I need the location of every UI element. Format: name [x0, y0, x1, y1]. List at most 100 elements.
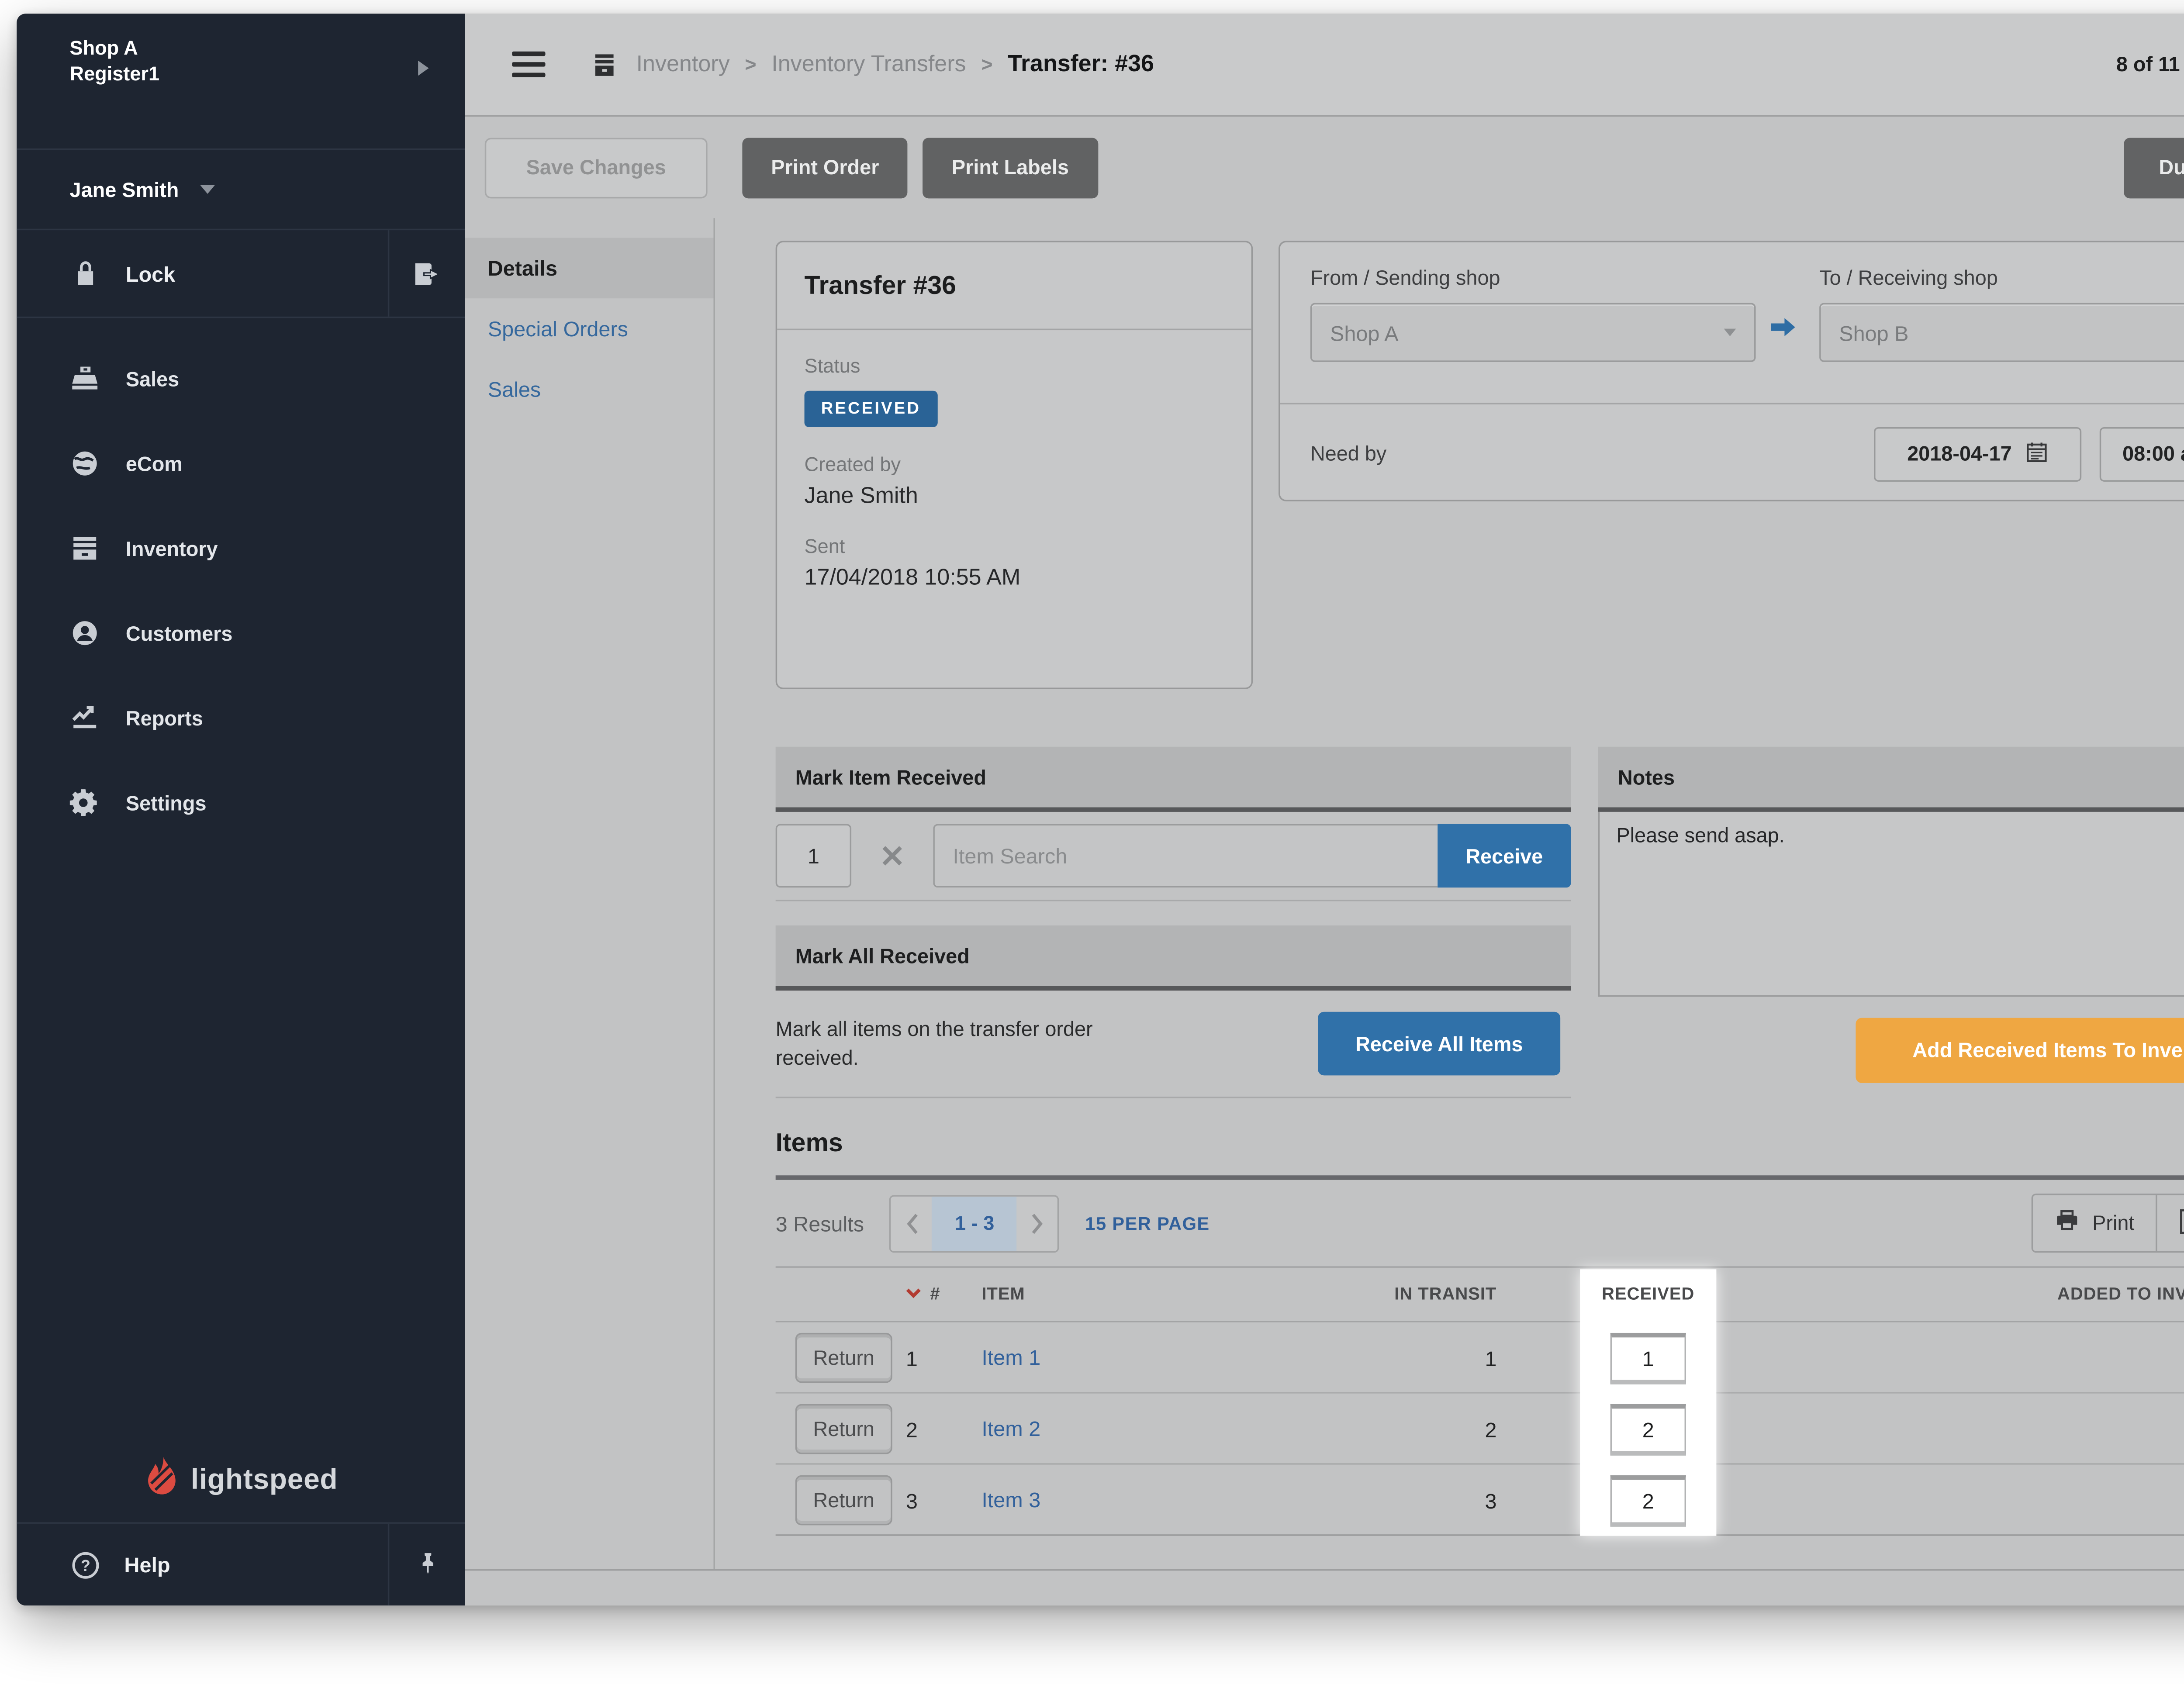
print-labels-button[interactable]: Print Labels: [923, 137, 1098, 198]
tab-special-orders[interactable]: Special Orders: [465, 298, 714, 359]
column-header-item[interactable]: ITEM: [981, 1286, 1254, 1304]
column-header-added[interactable]: ADDED TO INVENTORY: [1800, 1286, 2184, 1304]
received-input[interactable]: [1610, 1403, 1686, 1455]
table-export-button[interactable]: x Export: [2155, 1195, 2184, 1251]
to-shop-select[interactable]: Shop B: [1819, 303, 2184, 362]
print-order-button[interactable]: Print Order: [742, 137, 908, 198]
inventory-crumb-icon: [591, 51, 618, 78]
user-name: Jane Smith: [69, 178, 179, 201]
column-header-in-transit[interactable]: IN TRANSIT: [1254, 1286, 1497, 1304]
breadcrumb-inventory[interactable]: Inventory: [636, 52, 730, 77]
notes-title: Notes: [1598, 746, 2184, 812]
received-input[interactable]: [1610, 1474, 1686, 1526]
need-by-time-field[interactable]: 08:00 am: [2099, 426, 2184, 481]
user-menu[interactable]: Jane Smith: [17, 150, 465, 228]
breadcrumb-inventory-transfers[interactable]: Inventory Transfers: [771, 52, 966, 77]
dropdown-caret-icon: [1724, 328, 1736, 336]
duplicate-button[interactable]: Duplicate: [2124, 137, 2184, 198]
return-cell: Return: [776, 1475, 906, 1526]
sidebar-menu: Sales eCom Inventory Customers Reports S…: [17, 336, 465, 845]
sidebar-item-settings[interactable]: Settings: [17, 760, 465, 845]
shop-register-switcher[interactable]: Shop A Register1: [17, 14, 465, 150]
sidebar-item-sales[interactable]: Sales: [17, 336, 465, 421]
added-to-inventory-value: 0: [1800, 1346, 2184, 1370]
need-by-time-value: 08:00 am: [2122, 442, 2184, 465]
screenshot-stage: Shop A Register1 Jane Smith Lock Sales e…: [0, 0, 2184, 1695]
tab-details[interactable]: Details: [465, 238, 714, 299]
breadcrumb-separator: >: [745, 53, 757, 76]
clear-x-icon[interactable]: [880, 844, 904, 868]
mark-all-description: Mark all items on the transfer order rec…: [775, 1018, 1093, 1070]
receive-all-items-button[interactable]: Receive All Items: [1318, 1011, 1561, 1076]
return-button[interactable]: Return: [795, 1475, 892, 1526]
sent-label: Sent: [804, 535, 845, 558]
return-button[interactable]: Return: [795, 1404, 892, 1454]
mark-item-received-panel: Mark Item Received Receive: [775, 746, 1571, 901]
action-bar: Save Changes Print Order Print Labels Du…: [465, 117, 2184, 218]
pager-previous-button[interactable]: [891, 1196, 932, 1250]
brand-logo: lightspeed: [17, 1457, 465, 1505]
return-button[interactable]: Return: [795, 1333, 892, 1383]
register-name: Register1: [69, 62, 160, 85]
sidebar-item-label: Customers: [125, 621, 233, 645]
need-by-date-field[interactable]: 2018-04-17: [1874, 426, 2082, 481]
help-label: Help: [124, 1552, 170, 1577]
logout-button[interactable]: [389, 230, 465, 317]
quantity-input[interactable]: [775, 824, 852, 888]
items-table: # ITEM IN TRANSIT RECEIVED ADDED TO INVE…: [775, 1268, 2184, 1536]
created-by-label: Created by: [804, 452, 901, 476]
lock-icon: [70, 258, 100, 288]
table-row: Return 3 Item 3 3 0: [775, 1465, 2184, 1536]
row-number: 2: [905, 1417, 918, 1441]
gear-icon: [69, 787, 100, 818]
item-search-input[interactable]: [933, 824, 1438, 888]
item-link[interactable]: Item 2: [981, 1415, 1040, 1440]
sidebar-item-reports[interactable]: Reports: [17, 676, 465, 760]
customer-icon: [70, 618, 100, 648]
route-panel: From / Sending shop Shop A To / Receivin…: [1279, 241, 2184, 501]
print-export-group: Print x Export: [2032, 1193, 2184, 1253]
print-label: Print: [2092, 1212, 2135, 1235]
notes-textarea[interactable]: Please send asap.: [1598, 811, 2184, 997]
pager-range[interactable]: 1 - 3: [932, 1196, 1017, 1250]
lock-button[interactable]: Lock: [17, 230, 390, 317]
tab-sales[interactable]: Sales: [465, 359, 714, 420]
item-link[interactable]: Item 3: [981, 1487, 1040, 1511]
sidebar: Shop A Register1 Jane Smith Lock Sales e…: [17, 14, 465, 1606]
received-cell: [1496, 1332, 1800, 1384]
column-header-number[interactable]: #: [906, 1286, 981, 1304]
help-button[interactable]: ? Help: [17, 1523, 390, 1606]
need-by-date-value: 2018-04-17: [1907, 442, 2012, 465]
lock-row: Lock: [17, 228, 465, 318]
receive-button[interactable]: Receive: [1438, 824, 1571, 888]
hamburger-menu-icon[interactable]: [512, 51, 546, 77]
column-header-received[interactable]: RECEIVED: [1496, 1286, 1800, 1304]
save-changes-button[interactable]: Save Changes: [484, 137, 708, 198]
from-shop-select[interactable]: Shop A: [1310, 303, 1756, 362]
sidebar-item-ecom[interactable]: eCom: [17, 421, 465, 506]
shop-name: Shop A: [69, 36, 138, 59]
brand-name: lightspeed: [190, 1464, 338, 1497]
app-window: Shop A Register1 Jane Smith Lock Sales e…: [17, 14, 2184, 1606]
pager-next-button[interactable]: [1017, 1196, 1058, 1250]
items-divider: [775, 1175, 2184, 1180]
per-page-link[interactable]: 15 PER PAGE: [1085, 1212, 1209, 1234]
row-number: 3: [905, 1488, 918, 1512]
record-position: 8 of 11: [2116, 53, 2180, 76]
in-transit-value: 3: [1485, 1488, 1497, 1512]
pin-sidebar-button[interactable]: [389, 1524, 465, 1605]
results-bar: 3 Results 1 - 3 15 PER PAGE Print: [775, 1180, 2184, 1268]
reports-chart-icon: [70, 703, 100, 733]
in-transit-value: 1: [1485, 1346, 1497, 1370]
need-by-label: Need by: [1310, 442, 1387, 465]
add-received-items-button[interactable]: Add Received Items To Inventory: [1856, 1018, 2184, 1083]
table-print-button[interactable]: Print: [2033, 1195, 2156, 1251]
items-section: Items 3 Results 1 - 3 15 PER PAGE Print …: [775, 1129, 2184, 1536]
received-cell: [1496, 1474, 1800, 1526]
chevron-down-icon: [200, 185, 215, 194]
sidebar-item-customers[interactable]: Customers: [17, 591, 465, 676]
sidebar-item-inventory[interactable]: Inventory: [17, 506, 465, 590]
item-link[interactable]: Item 1: [981, 1344, 1040, 1368]
received-input[interactable]: [1610, 1332, 1686, 1384]
sidebar-item-label: Settings: [125, 791, 207, 815]
